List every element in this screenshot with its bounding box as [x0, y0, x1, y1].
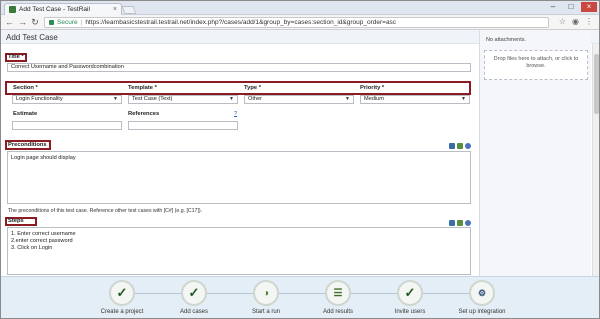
extension-icon[interactable]: ◉ [572, 17, 579, 26]
page-title: Add Test Case [6, 33, 58, 42]
image-icon[interactable] [457, 220, 463, 226]
chevron-down-icon: ▼ [113, 96, 118, 102]
minimize-icon[interactable]: – [545, 2, 561, 12]
table-icon[interactable] [449, 143, 455, 149]
back-icon[interactable]: ← [5, 17, 14, 27]
checkmark-icon: ✓ [181, 280, 207, 306]
maximize-icon[interactable]: □ [563, 2, 579, 12]
type-select[interactable]: Other ▼ [244, 95, 354, 104]
results-icon: ☰ [325, 280, 351, 306]
forward-icon[interactable]: → [18, 17, 27, 27]
preconditions-textarea[interactable]: Login page should display [7, 151, 471, 204]
steps-toolbar [449, 220, 471, 226]
section-select[interactable]: Login Functionality ▼ [12, 95, 122, 104]
reload-icon[interactable]: ↻ [31, 17, 39, 28]
steps-label: Steps [8, 218, 24, 224]
step-label: Invite users [394, 309, 426, 315]
step-label: Add results [322, 309, 353, 315]
section-value: Login Functionality [16, 96, 63, 102]
estimate-label: Estimate [13, 111, 38, 117]
priority-label: Priority * [360, 85, 385, 91]
url-text: https://learnbasicstestrail.testrail.net… [85, 18, 397, 26]
type-value: Other [248, 96, 262, 102]
onboarding-steps: ✓ Create a project ✓ Add cases ◑ Start a… [86, 280, 518, 315]
section-label: Section * [13, 85, 38, 91]
template-label: Template * [128, 85, 157, 91]
step-add-cases[interactable]: ✓ Add cases [158, 280, 230, 315]
lock-icon [49, 19, 54, 25]
browser-window: Add Test Case - TestRail × – □ × ← → ↻ S… [0, 0, 600, 319]
page-scrollbar[interactable] [592, 44, 599, 280]
testrail-favicon-icon [9, 6, 16, 13]
fields-highlight [5, 81, 471, 95]
checkmark-icon: ✓ [397, 280, 423, 306]
estimate-input[interactable] [12, 121, 122, 130]
checkmark-icon: ✓ [109, 280, 135, 306]
star-icon[interactable]: ☆ [559, 17, 566, 26]
chevron-down-icon: ▼ [345, 96, 350, 102]
window-controls: – □ × [545, 2, 597, 12]
preconditions-hint: The preconditions of this test case. Ref… [8, 208, 203, 214]
references-label: References [128, 111, 160, 117]
close-window-icon[interactable]: × [581, 2, 597, 12]
address-bar: ← → ↻ Secure | https://learnbasicstestra… [1, 15, 599, 30]
url-field[interactable]: Secure | https://learnbasicstestrail.tes… [44, 16, 549, 28]
type-label: Type * [244, 85, 261, 91]
file-drop-zone[interactable]: Drop files here to attach, or click to b… [484, 50, 588, 80]
step-start-run[interactable]: ◑ Start a run [230, 280, 302, 315]
browser-actions: ☆ ◉ ⋮ [559, 17, 593, 26]
onboarding-strip: ✓ Create a project ✓ Add cases ◑ Start a… [1, 276, 599, 318]
tab-close-icon[interactable]: × [113, 6, 117, 13]
references-input[interactable] [128, 121, 238, 130]
template-value: Test Case (Text) [132, 96, 173, 102]
preconditions-label: Preconditions [8, 142, 47, 148]
scrollbar-thumb[interactable] [594, 54, 599, 114]
help-icon[interactable] [465, 220, 471, 226]
preconditions-toolbar [449, 143, 471, 149]
step-label: Create a project [100, 309, 144, 315]
priority-select[interactable]: Medium ▼ [360, 95, 470, 104]
attachments-sidebar: No attachments. Drop files here to attac… [479, 30, 591, 280]
integration-icon: ⚙ [469, 280, 495, 306]
step-create-project[interactable]: ✓ Create a project [86, 280, 158, 315]
priority-value: Medium [364, 96, 384, 102]
step-invite-users[interactable]: ✓ Invite users [374, 280, 446, 315]
new-tab-button[interactable] [121, 6, 137, 14]
steps-textarea[interactable]: 1. Enter correct username 2.enter correc… [7, 227, 471, 275]
chevron-down-icon: ▼ [229, 96, 234, 102]
menu-icon[interactable]: ⋮ [585, 17, 593, 26]
help-icon[interactable] [465, 143, 471, 149]
title-label: Title * [8, 54, 24, 60]
tab-title: Add Test Case - TestRail [19, 6, 90, 13]
run-icon: ◑ [253, 280, 279, 306]
step-label: Set up integration [458, 309, 506, 315]
step-setup-integration[interactable]: ⚙ Set up integration [446, 280, 518, 315]
title-input[interactable]: Correct Username and Passwordcombination [7, 63, 471, 72]
title-bar: Add Test Case - TestRail × – □ × [1, 1, 599, 15]
template-select[interactable]: Test Case (Text) ▼ [128, 95, 238, 104]
references-help-link[interactable]: ? [234, 111, 237, 117]
page-content: Add Test Case Title * Correct Username a… [1, 30, 599, 318]
step-label: Start a run [251, 309, 280, 315]
step-add-results[interactable]: ☰ Add results [302, 280, 374, 315]
browser-tab[interactable]: Add Test Case - TestRail × [4, 3, 122, 15]
image-icon[interactable] [457, 143, 463, 149]
chevron-down-icon: ▼ [461, 96, 466, 102]
url-separator: | [80, 18, 83, 26]
table-icon[interactable] [449, 220, 455, 226]
secure-label: Secure [57, 18, 78, 26]
step-label: Add cases [179, 309, 209, 315]
no-attachments-text: No attachments. [486, 37, 527, 43]
